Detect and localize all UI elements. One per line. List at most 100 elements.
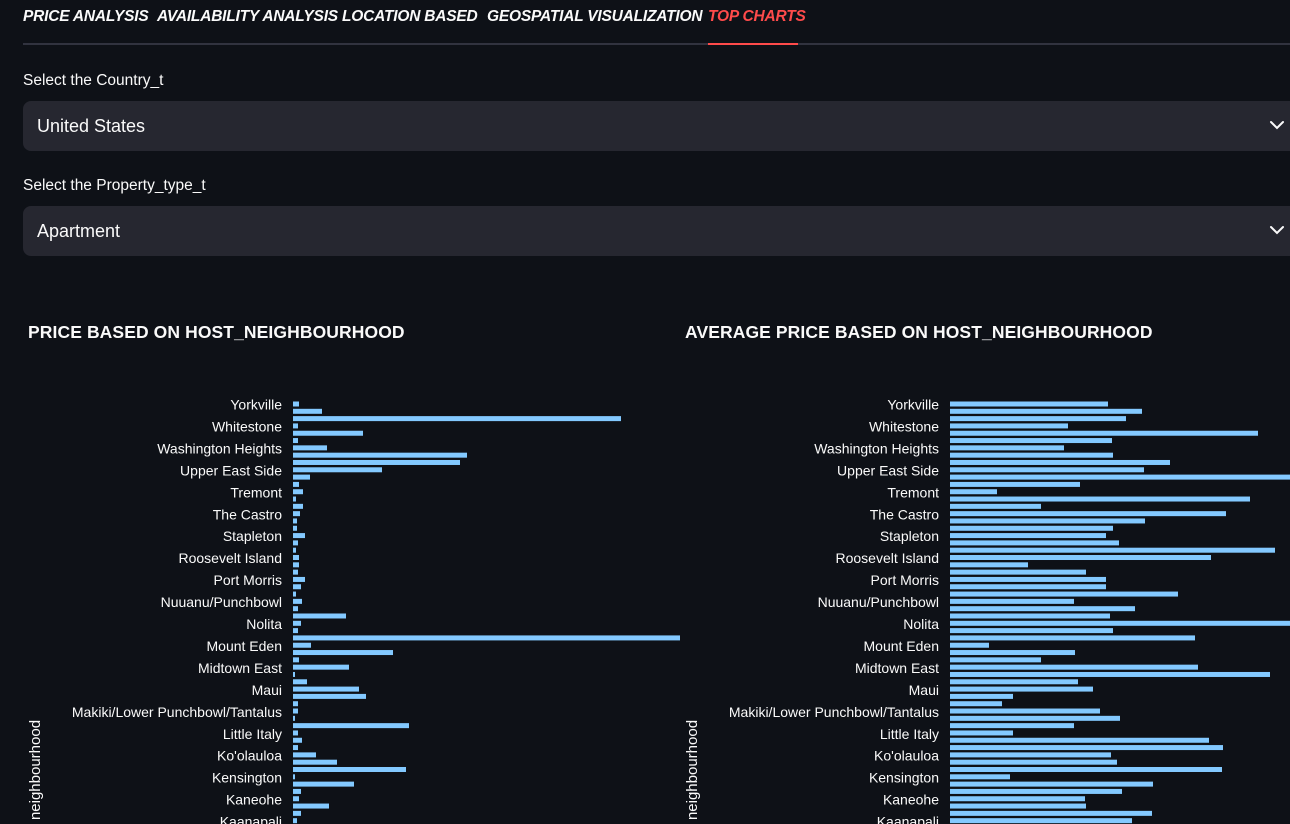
y-tick-label: Stapleton (880, 528, 939, 544)
bar-mark (950, 511, 1226, 517)
y-tick-label: Mount Eden (207, 638, 283, 654)
bar-mark (293, 584, 301, 590)
bar-mark (950, 423, 1068, 429)
y-tick-label: Nolita (246, 616, 282, 632)
bar-mark (950, 416, 1126, 422)
bar-mark (950, 796, 1085, 802)
y-tick-label: Yorkville (230, 397, 282, 413)
bar-mark (950, 576, 1106, 582)
property-type-select[interactable]: Apartment (23, 206, 1290, 256)
tab-location-based[interactable]: LOCATION BASED (342, 8, 478, 26)
bar-mark (293, 730, 298, 736)
y-tick-label: Port Morris (871, 572, 939, 588)
bar-mark (293, 723, 409, 729)
bar-mark (950, 657, 1041, 663)
bar-mark (950, 533, 1106, 539)
y-tick-label: Washington Heights (157, 440, 282, 456)
avg-price-bar-chart: Yorkville Whitestone Washington Heights Upp… (684, 397, 1290, 824)
bar-mark (950, 408, 1142, 414)
bar-mark (950, 613, 1110, 619)
bar-mark (293, 642, 311, 648)
bar-mark (950, 693, 1013, 699)
property-type-select-value: Apartment (37, 221, 121, 241)
y-tick-label: Kaneohe (226, 792, 282, 808)
bar-mark (293, 693, 366, 699)
bar-mark (950, 759, 1117, 765)
bar-mark (950, 723, 1074, 729)
y-tick-label: Nuuanu/Punchbowl (161, 594, 282, 610)
tab-bar: PRICE ANALYSIS AVAILABILITY ANALYSIS LOC… (23, 0, 1290, 46)
y-tick-label: Port Morris (214, 572, 282, 588)
bar-mark (293, 569, 298, 575)
y-tick-label: Tremont (887, 484, 939, 500)
y-tick-label: Kaneohe (883, 792, 939, 808)
bar-mark (293, 781, 354, 787)
bar-mark (950, 496, 1250, 502)
y-tick-label: Whitestone (869, 418, 939, 434)
bar-mark (950, 401, 1108, 407)
bar-mark (293, 430, 363, 436)
bar-mark (950, 474, 1290, 480)
bar-mark (293, 737, 302, 743)
bar-mark (950, 708, 1100, 714)
bar-mark (293, 598, 302, 604)
y-tick-label: Little Italy (880, 726, 939, 742)
active-tab-indicator (708, 43, 798, 45)
chevron-down-icon (1270, 121, 1284, 130)
bar-mark (293, 715, 295, 721)
y-tick-label: Tremont (230, 484, 282, 500)
y-tick-label: Maui (252, 682, 282, 698)
bar-mark (293, 635, 680, 641)
bar-mark (293, 613, 346, 619)
bar-mark (950, 503, 1041, 509)
bar-mark (293, 708, 298, 714)
y-tick-label: Nolita (903, 616, 939, 632)
tab-top-charts[interactable]: TOP CHARTS (708, 8, 806, 26)
bar-mark (950, 445, 1064, 451)
bar-mark (950, 737, 1209, 743)
bar-mark (293, 401, 299, 407)
bar-mark (950, 628, 1113, 634)
bar-mark (293, 591, 296, 597)
y-tick-label: Little Italy (223, 726, 282, 742)
bar-mark (950, 701, 1002, 707)
y-tick-label: The Castro (213, 506, 282, 522)
bar-mark (950, 452, 1113, 458)
bar-mark (950, 459, 1170, 465)
bar-mark (950, 818, 1132, 824)
tab-price-analysis[interactable]: PRICE ANALYSIS (23, 8, 149, 26)
y-tick-label: Maui (909, 682, 939, 698)
y-tick-label: Makiki/Lower Punchbowl/Tantalus (72, 704, 282, 720)
bar-mark (950, 635, 1195, 641)
chevron-down-icon (1270, 226, 1284, 235)
tab-availability-analysis[interactable]: AVAILABILITY ANALYSIS (157, 8, 338, 26)
bar-mark (950, 650, 1075, 656)
bar-mark (293, 423, 298, 429)
bar-mark (293, 810, 301, 816)
bar-mark (293, 518, 297, 524)
bar-mark (293, 533, 305, 539)
tab-geospatial-visualization[interactable]: GEOSPATIAL VISUALIZATION (487, 8, 703, 26)
bar-mark (293, 555, 299, 561)
bar-mark (293, 686, 359, 692)
bar-mark (293, 803, 329, 809)
bar-mark (293, 445, 327, 451)
bar-mark (950, 591, 1178, 597)
bar-mark (293, 664, 349, 670)
y-tick-label: Ko'olauloa (874, 748, 939, 764)
bar-mark (950, 767, 1222, 772)
bar-mark (293, 489, 303, 495)
y-tick-label: Mount Eden (864, 638, 940, 654)
bar-mark (293, 416, 621, 422)
price-bar-chart: Yorkville Whitestone Washington Heights Upp… (27, 397, 680, 824)
bar-mark (293, 576, 305, 582)
price-chart-title: PRICE BASED ON HOST_NEIGHBOURHOOD (28, 322, 405, 342)
property-type-select-label: Select the Property_type_t (23, 177, 206, 194)
bar-mark (950, 686, 1093, 692)
y-tick-label: Nuuanu/Punchbowl (818, 594, 939, 610)
bar-mark (950, 803, 1086, 809)
country-select[interactable]: United States (23, 101, 1290, 151)
bar-mark (293, 796, 299, 802)
bar-mark (293, 788, 301, 794)
avg-price-chart-title: AVERAGE PRICE BASED ON HOST_NEIGHBOURHOO… (685, 322, 1153, 342)
